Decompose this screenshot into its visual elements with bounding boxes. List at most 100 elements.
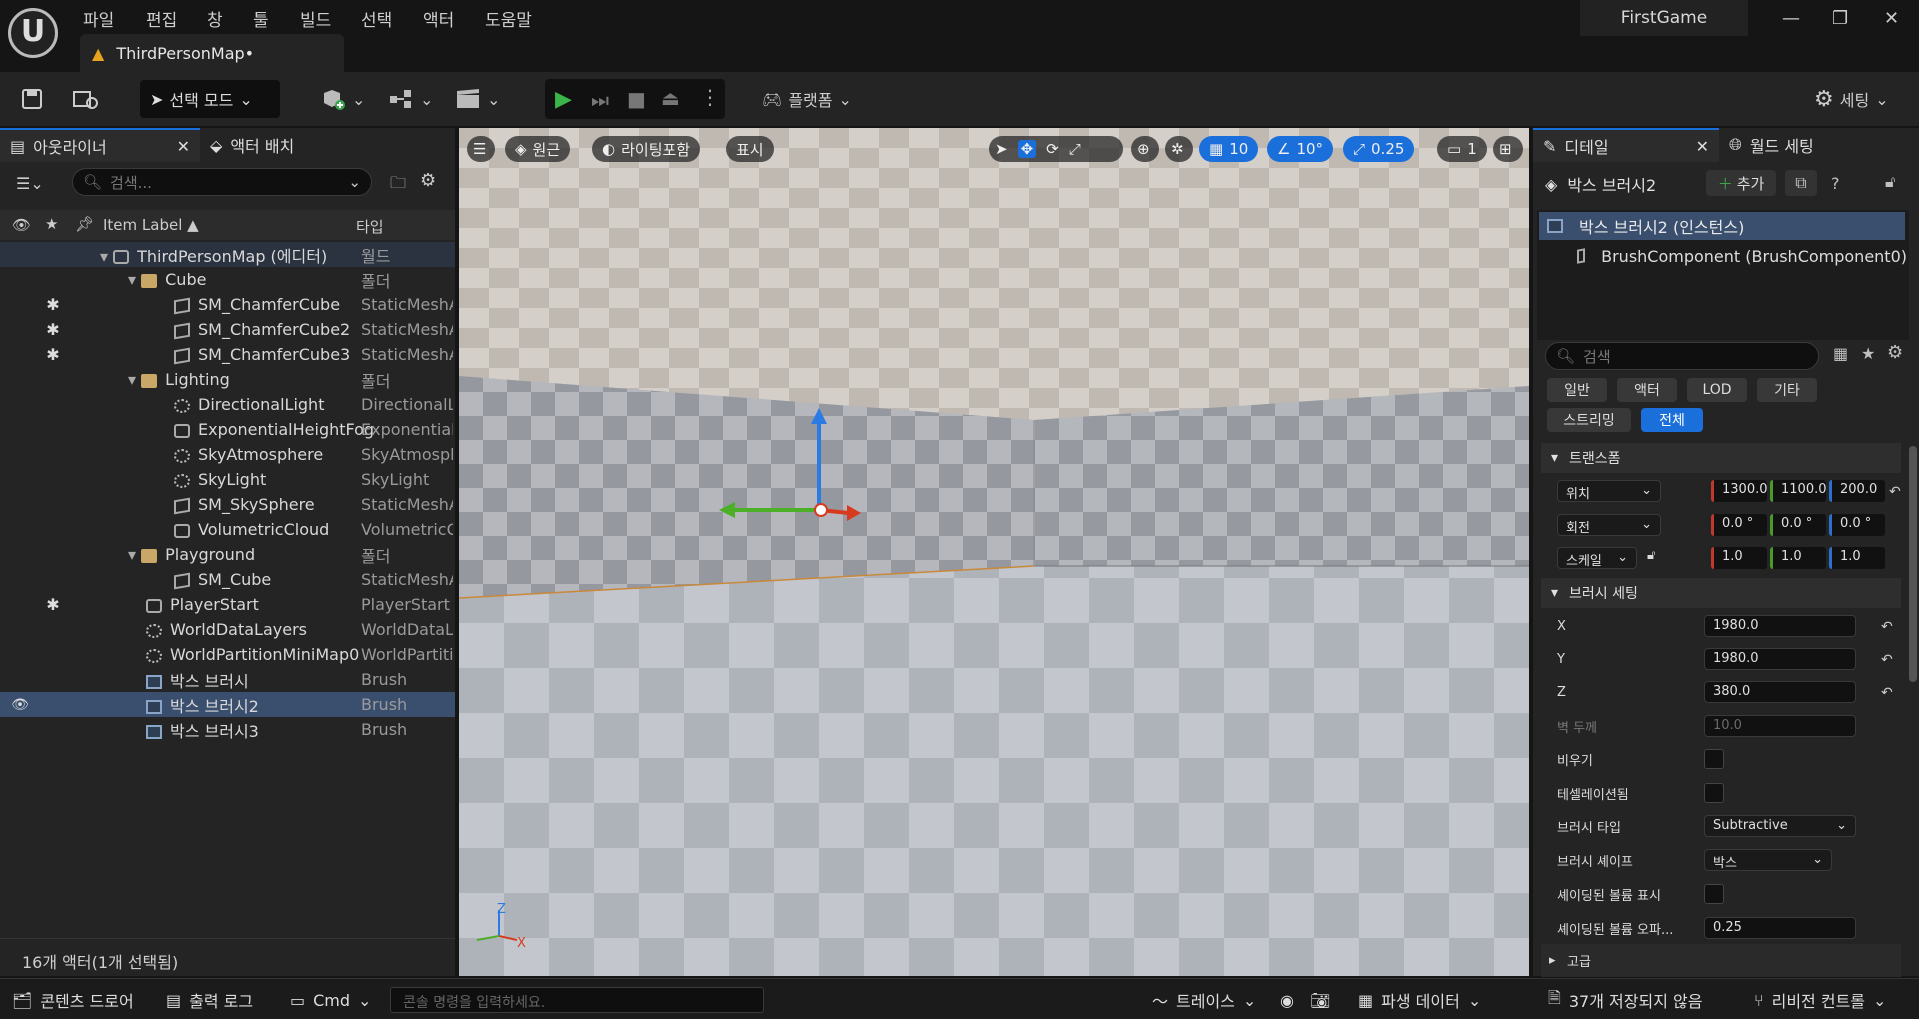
settings-button[interactable]: ⚙ 세팅 ⌄	[1814, 81, 1889, 117]
filter-lod[interactable]: LOD	[1687, 378, 1747, 402]
blueprint-button[interactable]: ⌄	[388, 81, 433, 117]
menu-actor[interactable]: 액터	[423, 4, 454, 33]
select-tool-icon[interactable]: ➤	[995, 140, 1008, 158]
rotate-tool-icon[interactable]: ⟳	[1046, 140, 1059, 158]
console-input[interactable]: 콘솔 명령을 입력하세요.	[390, 987, 764, 1013]
location-z-input[interactable]: 200.0	[1829, 480, 1885, 502]
outliner-row[interactable]: WorldDataLayers WorldDataLa	[0, 617, 455, 642]
brush-shape-dropdown[interactable]: 박스 ⌄	[1704, 849, 1832, 871]
visibility-icon[interactable]: 👁︎	[0, 697, 40, 713]
expand-arrow-icon[interactable]: ▾	[100, 247, 113, 266]
filter-icon[interactable]: ☰⌄	[16, 174, 44, 193]
blueprint-icon[interactable]: ⧉	[1785, 170, 1817, 196]
tab-world-settings[interactable]: 🌐︎ 월드 세팅	[1719, 128, 1824, 162]
hollow-checkbox[interactable]	[1704, 749, 1724, 769]
volume-opacity-input[interactable]: 0.25	[1704, 917, 1856, 939]
location-x-input[interactable]: 1300.0	[1711, 480, 1767, 502]
content-drawer-button[interactable]: 🗂︎ 콘텐츠 드로어	[12, 987, 134, 1013]
scale-y-input[interactable]: 1.0	[1770, 547, 1826, 569]
favorite-icon[interactable]: ★	[1861, 344, 1875, 363]
viewport-menu-button[interactable]: ☰	[467, 136, 495, 162]
selection-mode-dropdown[interactable]: ➤ 선택 모드 ⌄	[140, 80, 280, 118]
filter-streaming[interactable]: 스트리밍	[1547, 408, 1631, 432]
rotation-z-input[interactable]: 0.0 °	[1829, 514, 1885, 536]
star-column-icon[interactable]: ★	[45, 215, 58, 233]
world-local-icon[interactable]: ⊕	[1131, 136, 1159, 162]
camera-speed-button[interactable]: ▭ 1	[1437, 136, 1487, 162]
revision-control-button[interactable]: ⑂ 리비전 컨트롤 ⌄	[1754, 987, 1886, 1013]
derived-data-button[interactable]: ▦ 파생 데이터 ⌄	[1358, 987, 1481, 1013]
layout-icon[interactable]: ⊞	[1493, 136, 1523, 162]
outliner-row[interactable]: SkyLight SkyLight	[0, 467, 455, 492]
filter-general[interactable]: 일반	[1547, 378, 1607, 402]
star-icon[interactable]: ✱	[40, 345, 66, 364]
lighting-button[interactable]: ◐ 라이팅포함	[592, 136, 701, 162]
type-column[interactable]: 타입	[356, 216, 384, 237]
location-dropdown[interactable]: 위치 ⌄	[1557, 480, 1661, 502]
browse-icon[interactable]	[72, 81, 100, 117]
details-scrollbar[interactable]	[1909, 446, 1917, 682]
outliner-row[interactable]: WorldPartitionMiniMap0 WorldPartiti	[0, 642, 455, 667]
expand-arrow-icon[interactable]: ▾	[128, 545, 141, 564]
menu-select[interactable]: 선택	[361, 4, 392, 33]
rotation-y-input[interactable]: 0.0 °	[1770, 514, 1826, 536]
grid-snap-button[interactable]: ▦ 10	[1199, 136, 1259, 162]
gear-icon[interactable]: ⚙	[420, 170, 436, 191]
transform-section[interactable]: ▾ 트랜스폼	[1541, 443, 1901, 473]
menu-edit[interactable]: 편집	[146, 4, 177, 33]
shaded-volume-checkbox[interactable]	[1704, 884, 1724, 904]
brush-type-dropdown[interactable]: Subtractive ⌄	[1704, 815, 1856, 837]
outliner-row[interactable]: ExponentialHeightFog ExponentialI	[0, 417, 455, 442]
outliner-row[interactable]: ✱ SM_ChamferCube StaticMeshA	[0, 292, 455, 317]
camera-icon[interactable]: 📷︎	[1310, 987, 1330, 1013]
add-actor-button[interactable]: ⌄	[320, 81, 365, 117]
menu-build[interactable]: 빌드	[300, 4, 331, 33]
filter-actor[interactable]: 액터	[1617, 378, 1677, 402]
menu-file[interactable]: 파일	[83, 4, 114, 33]
filter-all[interactable]: 전체	[1641, 408, 1703, 432]
move-tool-icon[interactable]: ✥	[1017, 140, 1037, 158]
brush-x-input[interactable]: 1980.0	[1704, 615, 1856, 637]
expand-arrow-icon[interactable]: ▾	[128, 270, 141, 289]
outliner-row[interactable]: ▾ ThirdPersonMap (에디터) 월드	[0, 242, 455, 267]
details-search-input[interactable]: 🔍︎ 검색	[1545, 342, 1819, 370]
scale-snap-button[interactable]: ⤢ 0.25	[1343, 136, 1415, 162]
save-icon[interactable]	[20, 81, 44, 117]
close-window-icon[interactable]: ✕	[1884, 8, 1899, 29]
advanced-row[interactable]: ▸ 고급	[1541, 944, 1901, 977]
tab-details[interactable]: ✎ 디테일 ✕	[1533, 128, 1719, 162]
outliner-row[interactable]: VolumetricCloud VolumetricC	[0, 517, 455, 542]
filter-misc[interactable]: 기타	[1757, 378, 1817, 402]
visibility-column-icon[interactable]: 👁︎	[12, 216, 31, 234]
platforms-button[interactable]: 🎮︎ 플랫폼 ⌄	[762, 81, 852, 117]
help-icon[interactable]: ?	[1831, 174, 1840, 193]
minimize-icon[interactable]: —	[1782, 8, 1800, 29]
outliner-row[interactable]: ▾ Playground 폴더	[0, 542, 455, 567]
outliner-row[interactable]: ✱ PlayerStart PlayerStart	[0, 592, 455, 617]
tab-outliner[interactable]: ▤ 아웃라이너 ✕	[0, 128, 200, 162]
expand-arrow-icon[interactable]: ▾	[128, 370, 141, 389]
record-icon[interactable]: ◉	[1280, 987, 1294, 1013]
outliner-row[interactable]: SM_Cube StaticMeshA	[0, 567, 455, 592]
trace-button[interactable]: 〜 트레이스 ⌄	[1152, 987, 1256, 1013]
outliner-row[interactable]: SkyAtmosphere SkyAtmosph	[0, 442, 455, 467]
brush-y-input[interactable]: 1980.0	[1704, 648, 1856, 670]
surface-snap-icon[interactable]: ✲	[1165, 136, 1193, 162]
eject-icon[interactable]: ⏏	[661, 86, 680, 110]
output-log-button[interactable]: ▤ 출력 로그	[166, 987, 253, 1013]
component-instance-row[interactable]: 박스 브러시2 (인스턴스)	[1539, 212, 1905, 240]
tab-place-actors[interactable]: ⬙ 액터 배치	[200, 128, 304, 162]
outliner-row[interactable]: SM_SkySphere StaticMeshA	[0, 492, 455, 517]
close-icon[interactable]: ✕	[1696, 137, 1709, 156]
outliner-search-input[interactable]: 🔍︎ 검색... ⌄	[72, 168, 372, 196]
menu-tools[interactable]: 툴	[253, 4, 269, 33]
add-folder-icon[interactable]: 🗀	[390, 172, 406, 199]
outliner-row[interactable]: ▾ Cube 폴더	[0, 267, 455, 292]
unreal-logo[interactable]: U	[8, 8, 58, 58]
cmd-dropdown[interactable]: ▭ Cmd ⌄	[290, 987, 371, 1013]
restore-icon[interactable]: ❐	[1832, 8, 1848, 29]
tab-level[interactable]: ▲ ThirdPersonMap•	[80, 34, 344, 72]
reset-icon[interactable]: ↶	[1881, 685, 1893, 701]
table-view-icon[interactable]: ▦	[1833, 344, 1848, 363]
play-icon[interactable]: ▶	[555, 87, 572, 112]
